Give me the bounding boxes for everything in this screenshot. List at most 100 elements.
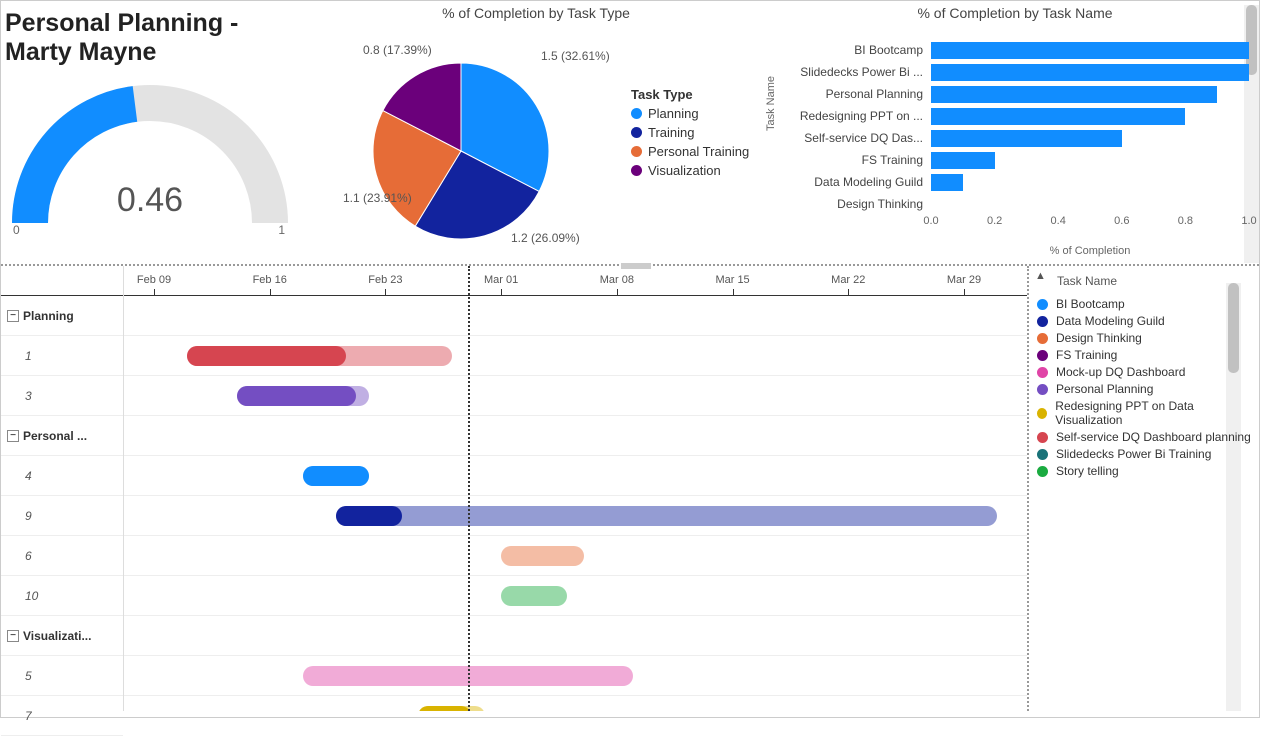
legend-dot-icon [631, 146, 642, 157]
gantt-timeline[interactable]: Feb 09Feb 16Feb 23Mar 01Mar 08Mar 15Mar … [124, 266, 1027, 711]
timeline-tick: Feb 16 [253, 274, 287, 286]
pie-block: % of Completion by Task Type 1.5 (32.61%… [301, 1, 771, 264]
timeline-tick: Feb 23 [368, 274, 402, 286]
bar-tick: 0.0 [923, 215, 938, 227]
legend-label: Data Modeling Guild [1056, 314, 1165, 328]
bar-label: FS Training [781, 153, 931, 167]
gantt-date-axis: Feb 09Feb 16Feb 23Mar 01Mar 08Mar 15Mar … [124, 266, 1027, 296]
gantt-row-label[interactable]: 6 [1, 536, 123, 576]
bar-row[interactable]: Personal Planning [781, 83, 1249, 105]
gantt-bar[interactable] [187, 346, 451, 366]
legend-dot-icon [1037, 299, 1048, 310]
gantt-bar[interactable] [237, 386, 369, 406]
gantt-row[interactable] [124, 456, 1027, 496]
bar-label: Redesigning PPT on ... [781, 109, 931, 123]
collapse-icon[interactable]: − [7, 430, 19, 442]
legend-label: Personal Training [648, 144, 749, 159]
dashboard: Personal Planning - Marty Mayne 0.46 0 1… [0, 0, 1260, 718]
gantt-row-label[interactable]: 10 [1, 576, 123, 616]
bar-tick: 0.2 [987, 215, 1002, 227]
gantt-row[interactable] [124, 656, 1027, 696]
pie-title: % of Completion by Task Type [301, 1, 771, 21]
legend-label: Self-service DQ Dashboard planning [1056, 430, 1251, 444]
gauge-chart[interactable]: 0.46 0 1 [5, 73, 295, 243]
bar-ylabel: Task Name [765, 76, 777, 131]
bar-row[interactable]: BI Bootcamp [781, 39, 1249, 61]
gantt-bar[interactable] [336, 506, 997, 526]
gantt-row-label[interactable]: 7 [1, 696, 123, 736]
gantt-bar[interactable] [501, 546, 584, 566]
top-row: Personal Planning - Marty Mayne 0.46 0 1… [1, 1, 1259, 266]
gantt-legend-title: Task Name [1037, 272, 1251, 294]
bar-row[interactable]: Design Thinking [781, 193, 1249, 215]
bar-row[interactable]: Data Modeling Guild [781, 171, 1249, 193]
gantt-legend-item[interactable]: Data Modeling Guild [1037, 314, 1251, 328]
bar-label: Data Modeling Guild [781, 175, 931, 189]
bar-tick: 0.6 [1114, 215, 1129, 227]
pie-legend-item[interactable]: Planning [631, 106, 749, 121]
legend-dot-icon [1037, 367, 1048, 378]
pie-legend-item[interactable]: Personal Training [631, 144, 749, 159]
gantt-legend-item[interactable]: Mock-up DQ Dashboard [1037, 365, 1251, 379]
bar-row[interactable]: Self-service DQ Das... [781, 127, 1249, 149]
legend-dot-icon [1037, 384, 1048, 395]
gantt-row-label[interactable]: 5 [1, 656, 123, 696]
sort-ascending-icon[interactable]: ▲ [1035, 270, 1046, 282]
pie-legend-item[interactable]: Visualization [631, 163, 749, 178]
legend-label: Slidedecks Power Bi Training [1056, 447, 1211, 461]
gantt-row[interactable] [124, 376, 1027, 416]
pie-label-planning: 1.5 (32.61%) [541, 49, 610, 63]
group-name: Visualizati... [23, 616, 91, 656]
gantt-bar[interactable] [303, 466, 369, 486]
legend-dot-icon [1037, 333, 1048, 344]
gantt-row-label[interactable]: 4 [1, 456, 123, 496]
gantt-group-header[interactable]: −Planning [1, 296, 123, 336]
gantt-row[interactable] [124, 696, 1027, 711]
gantt-legend-item[interactable]: Redesigning PPT on Data Visualization [1037, 399, 1251, 427]
gantt-legend-item[interactable]: Slidedecks Power Bi Training [1037, 447, 1251, 461]
gantt-row[interactable] [124, 336, 1027, 376]
bar-x-axis: 0.00.20.40.60.81.0 [931, 215, 1249, 245]
gantt-legend-item[interactable]: Personal Planning [1037, 382, 1251, 396]
bar-block: % of Completion by Task Name Task Name B… [771, 1, 1259, 264]
timeline-tick: Mar 15 [715, 274, 749, 286]
gantt-group-header[interactable]: −Visualizati... [1, 616, 123, 656]
collapse-icon[interactable]: − [7, 630, 19, 642]
pie-legend-item[interactable]: Training [631, 125, 749, 140]
timeline-tick: Mar 29 [947, 274, 981, 286]
gantt-legend-item[interactable]: Design Thinking [1037, 331, 1251, 345]
timeline-tick: Mar 08 [600, 274, 634, 286]
bar-row[interactable]: Slidedecks Power Bi ... [781, 61, 1249, 83]
gantt-legend-item[interactable]: BI Bootcamp [1037, 297, 1251, 311]
today-line [468, 266, 470, 711]
gantt-row[interactable] [124, 496, 1027, 536]
bar-xlabel: % of Completion [931, 245, 1249, 257]
gantt-row-label[interactable]: 3 [1, 376, 123, 416]
gantt-row[interactable] [124, 576, 1027, 616]
gantt-bar[interactable] [418, 706, 484, 711]
pie-legend-title: Task Type [631, 87, 749, 102]
legend-label: Redesigning PPT on Data Visualization [1055, 399, 1251, 427]
gantt-row[interactable] [124, 536, 1027, 576]
gantt-row-label[interactable]: 9 [1, 496, 123, 536]
gantt-bar[interactable] [501, 586, 567, 606]
legend-dot-icon [1037, 449, 1048, 460]
legend-dot-icon [631, 108, 642, 119]
bar-row[interactable]: Redesigning PPT on ... [781, 105, 1249, 127]
legend-dot-icon [1037, 408, 1047, 419]
legend-dot-icon [1037, 466, 1048, 477]
legend-dot-icon [1037, 350, 1048, 361]
bar-row[interactable]: FS Training [781, 149, 1249, 171]
dashboard-title: Personal Planning - Marty Mayne [5, 9, 297, 67]
bar-label: Slidedecks Power Bi ... [781, 65, 931, 79]
gantt-legend-item[interactable]: Story telling [1037, 464, 1251, 478]
collapse-icon[interactable]: − [7, 310, 19, 322]
bar-chart[interactable]: BI Bootcamp Slidedecks Power Bi ... Person… [781, 39, 1249, 215]
gantt-legend-item[interactable]: Self-service DQ Dashboard planning [1037, 430, 1251, 444]
legend-label: FS Training [1056, 348, 1117, 362]
gantt-group-header[interactable]: −Personal ... [1, 416, 123, 456]
pie-label-personal-training: 1.1 (23.91%) [343, 191, 412, 205]
pie-label-training: 1.2 (26.09%) [511, 231, 580, 245]
gantt-legend-item[interactable]: FS Training [1037, 348, 1251, 362]
gantt-row-label[interactable]: 1 [1, 336, 123, 376]
